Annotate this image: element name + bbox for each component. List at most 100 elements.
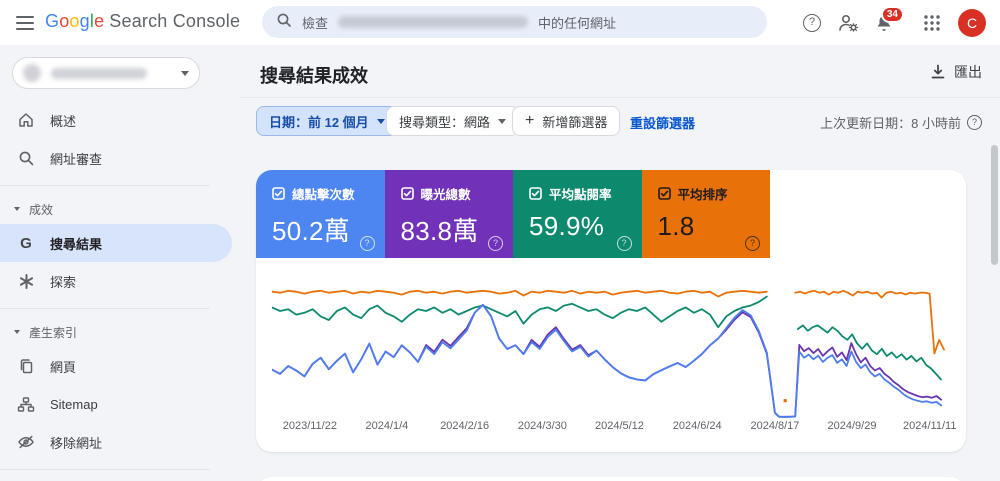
sidebar-section-indexing[interactable]: 產生索引 [0,317,240,347]
sidebar-item-sitemaps[interactable]: Sitemap [0,385,240,423]
asterisk-icon [16,273,36,290]
metric-label: 平均點閱率 [549,184,612,203]
app-logo[interactable]: GoogleSearch Console [45,11,240,32]
sidebar-item-label: 搜尋結果 [50,234,102,253]
inspect-url-search-input[interactable]: 檢查 中的任何網址 [262,6,767,38]
pages-icon [16,358,36,375]
add-filter-chip[interactable]: +新增篩選器 [512,106,620,136]
help-icon[interactable]: ? [745,236,760,251]
property-selector[interactable] [12,57,200,89]
metric-tile-impressions[interactable]: 曝光總數83.8萬? [385,170,514,258]
sidebar-item-discover[interactable]: 探索 [0,262,240,300]
metric-tile-clicks[interactable]: 總點擊次數 50.2萬? [256,170,385,258]
next-section-card [256,477,966,481]
date-filter-label: 日期：前 12 個月 [269,112,369,131]
metric-tile-position[interactable]: 平均排序1.8? [642,170,771,258]
chevron-down-icon [14,330,20,334]
last-updated-label: 上次更新日期：8 小時前 [820,113,961,132]
vertical-scrollbar[interactable] [991,145,998,265]
checkbox-checked-icon [529,187,542,200]
series-line-平均排序 [795,291,944,354]
info-icon[interactable]: ? [967,115,982,130]
sidebar-item-removals[interactable]: 移除網址 [0,423,240,461]
sidebar-item-label: 網頁 [50,357,76,376]
metric-label: 總點擊次數 [292,184,355,203]
account-avatar[interactable]: C [958,9,986,37]
series-line-平均排序 [272,291,767,297]
user-settings-button[interactable] [830,5,866,41]
title-divider [240,97,1000,98]
performance-chart-card: 總點擊次數50.2萬?曝光總數83.8萬?平均點閱率59.9%?平均排序1.8?… [256,170,966,452]
x-axis-tick-label: 2024/2/16 [420,420,510,432]
eye-off-icon [16,434,36,450]
sitemap-icon [16,396,36,413]
add-filter-label: 新增篩選器 [542,112,607,131]
metric-tile-ctr[interactable]: 平均點閱率 59.9%? [513,170,642,258]
g-icon: G [16,235,36,252]
notification-count-badge: 34 [881,6,904,23]
isolated-data-point [784,399,787,402]
sidebar-item-pages[interactable]: 網頁 [0,347,240,385]
sidebar-section-performance[interactable]: 成效 [0,194,240,224]
notifications-button[interactable]: 34 [866,5,902,41]
sidebar-section-label: 成效 [29,201,53,218]
help-icon: ? [803,14,821,32]
x-axis-tick-label: 2024/11/11 [885,420,975,432]
top-bar: GoogleSearch Console 檢查 中的任何網址 ? 34 C [0,0,1000,45]
help-icon[interactable]: ? [360,236,375,251]
home-icon [16,111,36,129]
google-apps-button[interactable] [914,5,950,41]
series-line-曝光總數 [767,345,800,417]
date-filter-chip[interactable]: 日期：前 12 個月 [256,106,398,136]
property-favicon [23,64,41,82]
x-axis-tick-label: 2024/5/12 [574,420,664,432]
hamburger-menu-icon[interactable] [14,12,36,32]
metric-tiles: 總點擊次數50.2萬?曝光總數83.8萬?平均點閱率59.9%?平均排序1.8? [256,170,770,258]
chevron-down-icon [181,71,189,76]
help-icon[interactable]: ? [617,236,632,251]
series-line-總點擊次數 [767,352,800,417]
chart-x-axis-labels: 2023/11/222024/1/42024/2/162024/3/302024… [256,420,966,434]
metric-value: 83.8萬 [401,211,500,248]
chevron-down-icon [377,119,385,124]
search-suffix-label: 中的任何網址 [538,13,616,32]
sidebar-section-label: 產生索引 [29,324,77,341]
apps-grid-icon [923,14,941,32]
series-line-平均點閱率 [272,297,767,328]
redacted-property-name [51,68,147,79]
sidebar-divider [0,185,210,186]
help-button[interactable]: ? [794,5,830,41]
export-label: 匯出 [954,62,982,82]
sidebar-item-label: 概述 [50,111,76,130]
export-button[interactable]: 匯出 [930,62,982,82]
performance-line-chart[interactable] [272,283,950,420]
page-title: 搜尋結果成效 [260,62,368,88]
help-icon[interactable]: ? [488,236,503,251]
metric-value: 59.9% [529,211,628,242]
search-type-label: 搜尋類型：網路 [399,112,490,131]
sidebar: 概述網址審查成效G搜尋結果探索產生索引網頁Sitemap移除網址體驗網站使用體驗… [0,45,240,481]
search-icon [276,12,292,33]
x-axis-tick-label: 2024/1/4 [342,420,432,432]
product-name: Search Console [109,11,240,31]
checkbox-checked-icon [272,187,285,200]
search-type-filter-chip[interactable]: 搜尋類型：網路 [386,106,519,136]
sidebar-divider [0,308,210,309]
metric-value: 50.2萬 [272,211,371,248]
sidebar-item-url-inspection[interactable]: 網址審查 [0,139,240,177]
sidebar-item-label: 探索 [50,272,76,291]
x-axis-tick-label: 2024/6/24 [652,420,742,432]
sidebar-item-label: Sitemap [50,397,98,412]
redacted-property-url [338,16,528,28]
checkbox-checked-icon [658,187,671,200]
metric-label: 平均排序 [678,184,728,203]
reset-filters-link[interactable]: 重設篩選器 [630,113,695,132]
last-updated: 上次更新日期：8 小時前 ? [820,113,982,132]
sidebar-item-overview[interactable]: 概述 [0,101,240,139]
sidebar-item-label: 網址審查 [50,149,102,168]
sidebar-nav: 概述網址審查成效G搜尋結果探索產生索引網頁Sitemap移除網址體驗網站使用體驗… [0,101,240,481]
download-icon [930,64,946,80]
x-axis-tick-label: 2024/9/29 [807,420,897,432]
sidebar-item-search-results[interactable]: G 搜尋結果 [0,224,232,262]
person-gear-icon [837,13,859,33]
